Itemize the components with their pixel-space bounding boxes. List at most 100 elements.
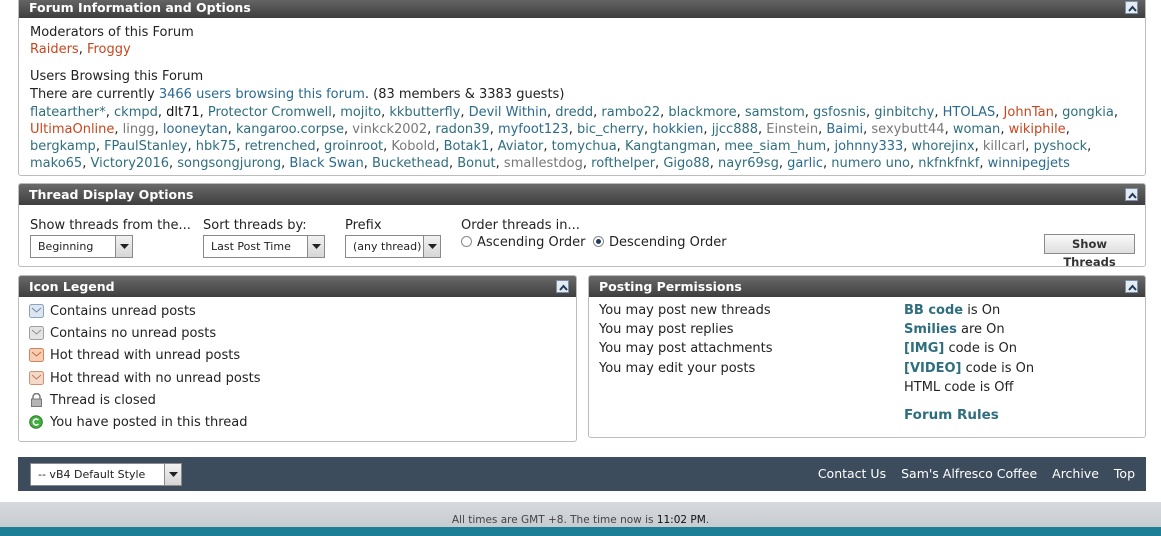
browsing-user-link[interactable]: dredd <box>555 105 593 120</box>
browsing-user-link[interactable]: myfoot123 <box>498 122 569 137</box>
smilies-status: Smilies are On <box>904 322 1005 337</box>
browsing-user-link[interactable]: wikiphile <box>1009 122 1066 137</box>
browsing-summary: There are currently 3466 users browsing … <box>30 87 565 102</box>
browsing-user-link[interactable]: garlic <box>787 156 823 171</box>
browsing-user-link[interactable]: killcarl <box>983 139 1025 154</box>
browsing-user-link[interactable]: johnny333 <box>834 139 903 154</box>
collapse-icon[interactable] <box>556 280 569 293</box>
browsing-user-link[interactable]: Gigo88 <box>663 156 709 171</box>
browsing-user-link[interactable]: rofthelper <box>591 156 655 171</box>
browsing-user-link[interactable]: Aviator <box>498 139 544 154</box>
browsing-user-link[interactable]: Kobold <box>391 139 435 154</box>
descending-option[interactable]: Descending Order <box>593 235 727 250</box>
forum-rules-link[interactable]: Forum Rules <box>904 406 999 424</box>
browsing-user-link[interactable]: rambo22 <box>601 105 660 120</box>
browsing-user-link[interactable]: UltimaOnline <box>30 122 114 137</box>
video-code-link[interactable]: [VIDEO] <box>904 361 962 376</box>
browsing-user-link[interactable]: Buckethead <box>372 156 449 171</box>
browsing-user-link[interactable]: Botak1 <box>444 139 490 154</box>
browsing-user-link[interactable]: woman <box>953 122 1000 137</box>
home-link[interactable]: Sam's Alfresco Coffee <box>901 466 1037 481</box>
descending-radio[interactable] <box>593 236 604 247</box>
browsing-user-link[interactable]: dlt71 <box>166 105 200 120</box>
browsing-user-link[interactable]: smallestdog <box>504 156 583 171</box>
bb-code-link[interactable]: BB code <box>904 303 963 318</box>
browsing-user-link[interactable]: JohnTan <box>1004 105 1054 120</box>
browsing-user-link[interactable]: hbk75 <box>196 139 237 154</box>
browsing-user-link[interactable]: kkbutterfly <box>389 105 460 120</box>
top-link[interactable]: Top <box>1114 466 1135 481</box>
smilies-link[interactable]: Smilies <box>904 322 957 337</box>
browsing-user-link[interactable]: songsongjurong <box>177 156 281 171</box>
browsing-user-link[interactable]: vinkck2002 <box>352 122 427 137</box>
browsing-user-link[interactable]: winnipegjets <box>988 156 1070 171</box>
prefix-select[interactable]: (any thread) <box>345 235 441 258</box>
browsing-user-link[interactable]: looneytan <box>163 122 228 137</box>
posted-icon <box>29 415 44 429</box>
browsing-user-link[interactable]: HTOLAS <box>943 105 996 120</box>
browsing-user-link[interactable]: samstom <box>745 105 805 120</box>
browsing-users-list: flatearther*, ckmpd, dlt71, Protector Cr… <box>30 105 1119 171</box>
browsing-user-link[interactable]: Einstein <box>766 122 818 137</box>
chevron-down-icon <box>115 236 132 257</box>
archive-link[interactable]: Archive <box>1052 466 1099 481</box>
browsing-user-link[interactable]: Devil Within <box>469 105 547 120</box>
browsing-user-link[interactable]: bergkamp <box>30 139 96 154</box>
moderator-link[interactable]: Froggy <box>87 42 131 57</box>
browsing-user-link[interactable]: Black Swan <box>289 156 363 171</box>
order-label: Order threads in... <box>461 218 580 233</box>
browsing-user-link[interactable]: hokkien <box>652 122 703 137</box>
browsing-user-link[interactable]: pyshock <box>1034 139 1088 154</box>
collapse-icon[interactable] <box>1125 280 1138 293</box>
browsing-user-link[interactable]: blackmore <box>668 105 736 120</box>
browsing-user-link[interactable]: ckmpd <box>114 105 158 120</box>
browsing-user-link[interactable]: Baimi <box>826 122 863 137</box>
browsing-user-link[interactable]: groinroot <box>324 139 383 154</box>
browsing-user-link[interactable]: jjcc888 <box>712 122 758 137</box>
browsing-user-link[interactable]: gsfosnis <box>813 105 866 120</box>
ascending-radio[interactable] <box>461 236 472 247</box>
chevron-down-icon <box>307 236 324 257</box>
collapse-icon[interactable] <box>1125 1 1138 14</box>
icon-legend-block: Icon Legend Contains unread posts Contai… <box>18 275 577 442</box>
browsing-user-link[interactable]: Victory2016 <box>90 156 169 171</box>
bb-code-status: BB code is On <box>904 303 1001 318</box>
browsing-user-link[interactable]: numero uno <box>831 156 910 171</box>
browsing-user-link[interactable]: retrenched <box>245 139 316 154</box>
browsing-user-link[interactable]: nkfnkfnkf <box>918 156 979 171</box>
forum-info-title: Forum Information and Options <box>29 0 251 15</box>
icon-legend-title: Icon Legend <box>29 279 115 294</box>
browsing-user-link[interactable]: Protector Cromwell <box>208 105 332 120</box>
collapse-icon[interactable] <box>1125 188 1138 201</box>
browsing-users-link[interactable]: 3466 users browsing this forum <box>159 87 365 102</box>
posting-permissions-title: Posting Permissions <box>599 279 742 294</box>
browsing-user-link[interactable]: bic_cherry <box>577 122 644 137</box>
browsing-user-link[interactable]: Kangtangman <box>625 139 716 154</box>
img-code-link[interactable]: [IMG] <box>904 341 944 356</box>
browsing-user-link[interactable]: mee_siam_hum <box>724 139 826 154</box>
browsing-user-link[interactable]: Bonut <box>457 156 495 171</box>
moderator-link[interactable]: Raiders <box>30 42 79 57</box>
style-select[interactable]: -- vB4 Default Style <box>30 463 182 486</box>
browsing-user-link[interactable]: ginbitchy <box>874 105 934 120</box>
browsing-user-link[interactable]: whorejinx <box>912 139 975 154</box>
show-threads-button[interactable]: Show Threads <box>1044 234 1135 269</box>
browsing-user-link[interactable]: gongkia <box>1062 105 1114 120</box>
browsing-user-link[interactable]: radon39 <box>435 122 489 137</box>
lock-icon <box>29 392 44 407</box>
video-code-status: [VIDEO] code is On <box>904 361 1035 376</box>
ascending-option[interactable]: Ascending Order <box>461 235 585 250</box>
sort-select[interactable]: Last Post Time <box>203 235 325 258</box>
browsing-user-link[interactable]: mako65 <box>30 156 82 171</box>
permission-item: You may post new threads <box>599 303 771 318</box>
browsing-user-link[interactable]: sexybutt44 <box>871 122 944 137</box>
browsing-user-link[interactable]: FPaulStanley <box>104 139 187 154</box>
browsing-user-link[interactable]: kangaroo.corpse <box>236 122 344 137</box>
browsing-user-link[interactable]: nayr69sg <box>718 156 779 171</box>
contact-us-link[interactable]: Contact Us <box>818 466 886 481</box>
browsing-user-link[interactable]: mojito <box>340 105 381 120</box>
browsing-user-link[interactable]: lingg <box>123 122 155 137</box>
browsing-user-link[interactable]: flatearther* <box>30 105 106 120</box>
show-from-select[interactable]: Beginning <box>30 235 133 258</box>
browsing-user-link[interactable]: tomychua <box>552 139 617 154</box>
